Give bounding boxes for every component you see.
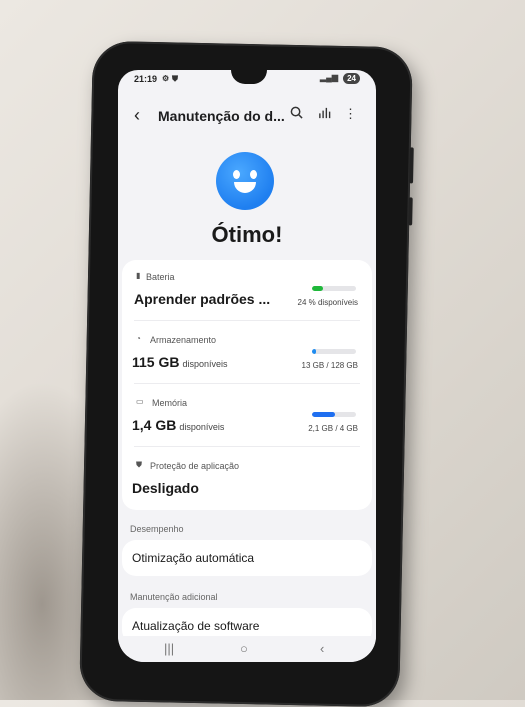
memory-row[interactable]: ▭ Memória 1,4 GB disponíveis 2,1 GB / 4 G… — [122, 384, 372, 446]
shield-icon: ⛊ — [172, 74, 178, 83]
signal-icon: ▂▄▆ — [320, 73, 338, 82]
battery-bar — [312, 286, 356, 291]
battery-bar-fill — [312, 286, 323, 291]
device-care-card: Bateria ▮ Aprender padrões ... 24 % disp… — [122, 260, 372, 510]
navigation-bar: ||| ○ ‹ — [118, 636, 376, 662]
phone-screen: 21:19 ⚙ ⛊ ▂▄▆ 24 ‹ Manutenção do d... ⋮ … — [118, 70, 376, 662]
storage-row[interactable]: ◔ Armazenamento 115 GB disponíveis 13 GB … — [122, 321, 372, 383]
stats-icon[interactable] — [318, 106, 331, 122]
app-bar: ‹ Manutenção do d... ⋮ — [118, 102, 376, 132]
search-icon[interactable] — [290, 106, 303, 122]
additional-section-label: Manutenção adicional — [130, 592, 218, 602]
page-title: Manutenção do d... — [158, 108, 285, 124]
app-protection-label: Proteção de aplicação — [150, 461, 240, 471]
battery-row[interactable]: Bateria ▮ Aprender padrões ... 24 % disp… — [122, 260, 372, 320]
storage-bar — [312, 349, 356, 354]
memory-icon: ▭ — [136, 397, 144, 406]
storage-value: 115 GB disponíveis — [132, 354, 228, 370]
status-bar: 21:19 ⚙ ⛊ ▂▄▆ 24 — [118, 70, 376, 90]
software-update-label: Atualização de software — [132, 619, 260, 633]
battery-icon: ▮ — [136, 271, 141, 280]
storage-icon: ◔ — [136, 334, 141, 343]
battery-label: Bateria — [146, 272, 175, 282]
status-smiley-icon — [216, 152, 274, 210]
memory-value: 1,4 GB disponíveis — [132, 417, 225, 433]
storage-bar-fill — [312, 349, 317, 354]
recents-icon[interactable]: ||| — [164, 641, 174, 656]
back-nav-icon[interactable]: ‹ — [320, 641, 324, 656]
battery-meta: 24 % disponíveis — [297, 298, 358, 307]
status-time: 21:19 — [134, 74, 158, 84]
volume-button — [409, 147, 414, 184]
memory-label: Memória — [152, 398, 188, 408]
memory-meta: 2,1 GB / 4 GB — [308, 424, 358, 433]
storage-meta: 13 GB / 128 GB — [301, 361, 358, 370]
auto-optimization-item[interactable]: Otimização automática — [122, 540, 372, 576]
memory-bar-fill — [312, 412, 335, 417]
power-button — [408, 197, 413, 226]
battery-indicator: 24 — [343, 73, 360, 84]
shield-icon: ⛊ — [136, 460, 142, 469]
more-options-icon[interactable]: ⋮ — [344, 106, 357, 122]
home-icon[interactable]: ○ — [240, 641, 248, 656]
app-protection-value: Desligado — [132, 480, 199, 496]
storage-label: Armazenamento — [150, 335, 217, 345]
app-protection-row[interactable]: ⛊ Proteção de aplicação Desligado — [122, 447, 372, 509]
battery-value: Aprender padrões ... — [134, 291, 271, 307]
back-icon[interactable]: ‹ — [134, 105, 140, 126]
settings-icon: ⚙ — [162, 74, 170, 83]
status-headline: Ótimo! — [211, 222, 283, 247]
memory-bar — [312, 412, 356, 417]
auto-optimization-label: Otimização automática — [132, 551, 255, 565]
performance-section-label: Desempenho — [130, 524, 184, 534]
